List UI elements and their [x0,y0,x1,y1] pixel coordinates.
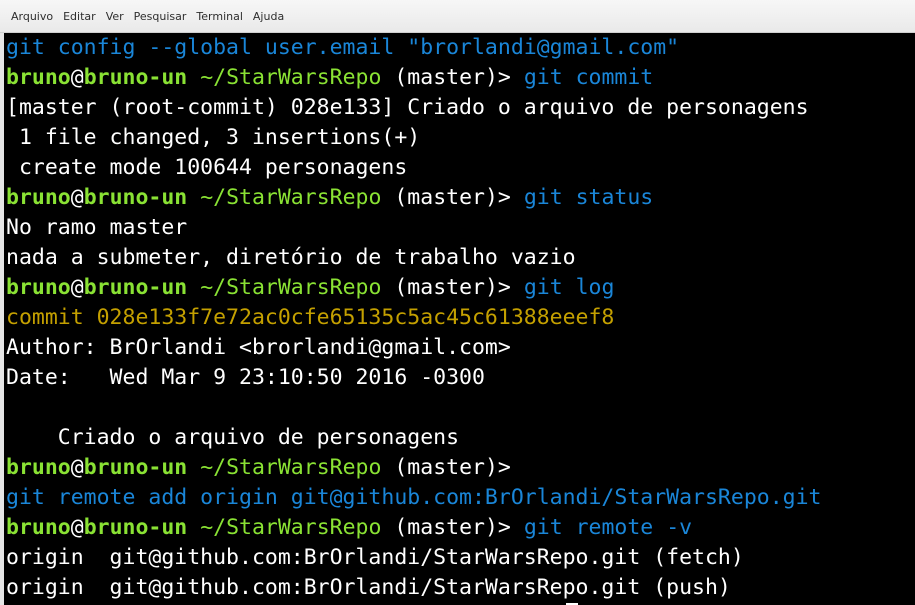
terminal-line: commit 028e133f7e72ac0cfe65135c5ac45c613… [6,303,915,333]
terminal-line: nada a submeter, diretório de trabalho v… [6,243,915,273]
menu-ver[interactable]: Ver [101,7,129,26]
output-text: Date: Wed Mar 9 23:10:50 2016 -0300 [6,365,485,390]
output-text: 1 file changed, 3 insertions(+) [6,125,421,150]
menu-ajuda[interactable]: Ajuda [248,7,289,26]
menu-pesquisar[interactable]: Pesquisar [129,7,192,26]
prompt-path: ~/StarWarsRepo [187,275,382,300]
prompt-host: bruno-un [83,65,188,90]
prompt-at: @ [70,275,84,300]
commit-hash-line: commit 028e133f7e72ac0cfe65135c5ac45c613… [6,305,615,330]
terminal-line: No ramo master [6,213,915,243]
terminal-output[interactable]: git config --global user.email "brorland… [4,33,915,605]
terminal-line: create mode 100644 personagens [6,153,915,183]
prompt-at: @ [70,65,84,90]
prompt-branch: (master)> [381,455,511,480]
prompt-user: bruno [6,515,71,540]
prompt-branch: (master)> [381,515,524,540]
prompt-at: @ [70,515,84,540]
terminal-line: [master (root-commit) 028e133] Criado o … [6,93,915,123]
output-text: origin git@github.com:BrOrlandi/StarWars… [6,575,731,600]
prompt-host: bruno-un [83,515,188,540]
terminal-line: origin git@github.com:BrOrlandi/StarWars… [6,543,915,573]
terminal-line: Author: BrOrlandi <brorlandi@gmail.com> [6,333,915,363]
output-text: origin git@github.com:BrOrlandi/StarWars… [6,545,744,570]
prompt-command: git log [523,275,615,300]
menu-editar[interactable]: Editar [58,7,101,26]
prompt-command: git status [523,185,654,210]
prompt-user: bruno [6,275,71,300]
menu-arquivo[interactable]: Arquivo [6,7,58,26]
prompt-at: @ [70,185,84,210]
output-text: No ramo master [6,215,188,240]
output-text: Author: BrOrlandi <brorlandi@gmail.com> [6,335,511,360]
command-text: git config --global user.email "brorland… [6,35,680,60]
terminal-line: Criado o arquivo de personagens [6,423,915,453]
prompt-host: bruno-un [83,185,188,210]
output-text: nada a submeter, diretório de trabalho v… [6,245,576,270]
menu-terminal[interactable]: Terminal [191,7,248,26]
prompt-path: ~/StarWarsRepo [187,515,382,540]
terminal-line: git config --global user.email "brorland… [6,33,915,63]
prompt-user: bruno [6,65,71,90]
terminal-line: bruno@bruno-un ~/StarWarsRepo (master)> … [6,63,915,93]
command-text: git remote add origin git@github.com:BrO… [6,485,822,510]
terminal-line: git remote add origin git@github.com:BrO… [6,483,915,513]
terminal-line: bruno@bruno-un ~/StarWarsRepo (master)> … [6,513,915,543]
output-text: [master (root-commit) 028e133] Criado o … [6,95,809,120]
prompt-host: bruno-un [83,275,188,300]
prompt-user: bruno [6,455,71,480]
prompt-branch: (master)> [381,275,524,300]
prompt-path: ~/StarWarsRepo [187,455,382,480]
terminal-line: bruno@bruno-un ~/StarWarsRepo (master)> [6,453,915,483]
terminal-line: 1 file changed, 3 insertions(+) [6,123,915,153]
prompt-branch: (master)> [381,185,524,210]
terminal-window: Arquivo Editar Ver Pesquisar Terminal Aj… [0,0,915,605]
prompt-path: ~/StarWarsRepo [187,185,382,210]
output-text: Criado o arquivo de personagens [6,425,460,450]
prompt-host: bruno-un [83,455,188,480]
prompt-branch: (master)> [381,65,524,90]
prompt-command: git commit [523,65,654,90]
prompt-user: bruno [6,185,71,210]
output-text: create mode 100644 personagens [6,155,408,180]
prompt-command: git remote -v [523,515,693,540]
terminal-line: bruno@bruno-un ~/StarWarsRepo (master)> … [6,183,915,213]
prompt-at: @ [70,455,84,480]
terminal-line: origin git@github.com:BrOrlandi/StarWars… [6,573,915,603]
menu-bar: Arquivo Editar Ver Pesquisar Terminal Aj… [0,0,915,33]
terminal-line: bruno@bruno-un ~/StarWarsRepo (master)> … [6,273,915,303]
terminal-line: Date: Wed Mar 9 23:10:50 2016 -0300 [6,363,915,393]
prompt-path: ~/StarWarsRepo [187,65,382,90]
